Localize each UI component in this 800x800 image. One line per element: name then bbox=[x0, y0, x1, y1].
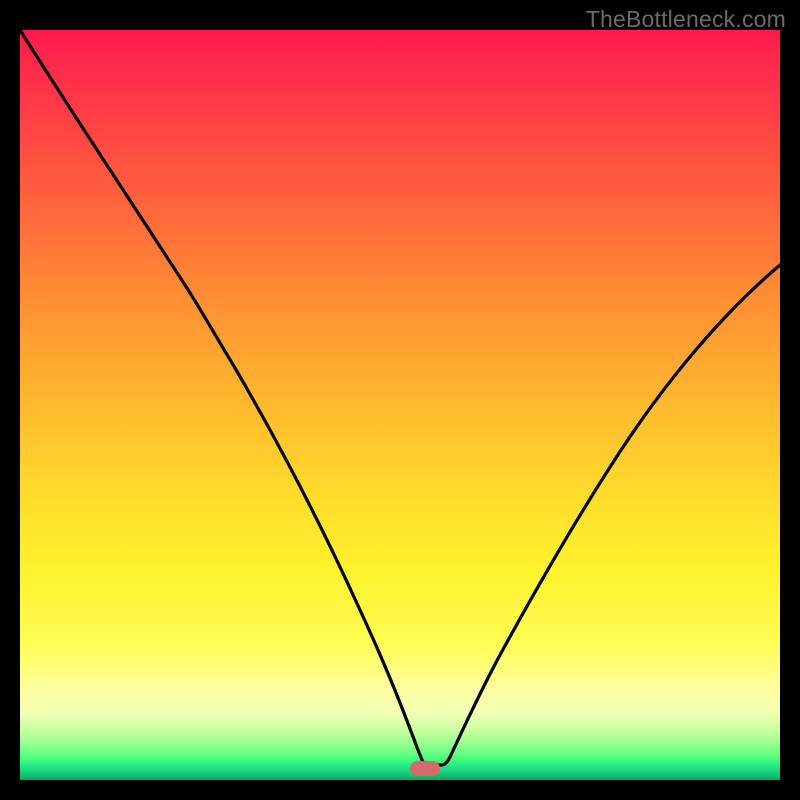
bottleneck-curve-path bbox=[20, 30, 780, 765]
chart-frame: TheBottleneck.com bbox=[0, 0, 800, 800]
watermark-text: TheBottleneck.com bbox=[586, 6, 786, 33]
bottleneck-curve bbox=[20, 30, 780, 780]
plot-area bbox=[20, 30, 780, 780]
optimum-marker bbox=[410, 761, 440, 776]
